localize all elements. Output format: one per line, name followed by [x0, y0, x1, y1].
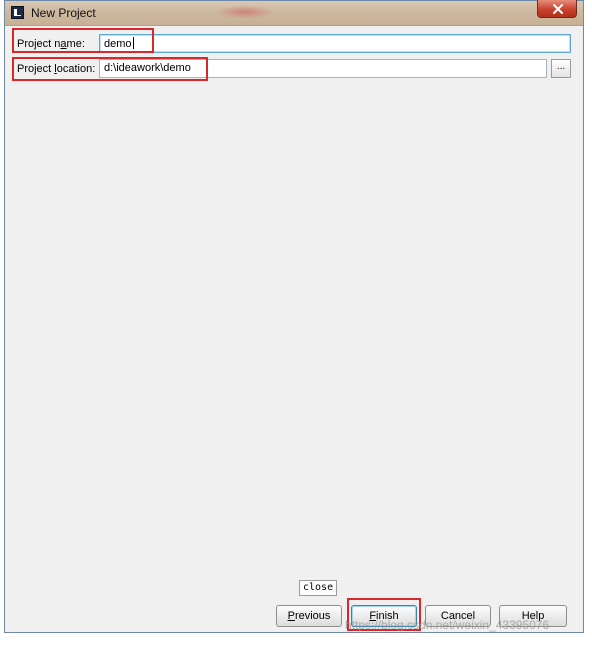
window-title: New Project — [31, 6, 96, 20]
project-location-label: Project location: — [17, 63, 96, 75]
project-name-row: Project name: demo — [5, 34, 583, 56]
project-name-input[interactable]: demo — [99, 34, 571, 53]
project-location-row: Project location: d:\ideawork\demo ... — [5, 59, 583, 81]
project-location-input[interactable]: d:\ideawork\demo — [99, 59, 547, 78]
close-button[interactable] — [537, 0, 577, 18]
intellij-app-icon — [11, 6, 24, 19]
close-tooltip: close — [299, 580, 338, 596]
browse-button[interactable]: ... — [551, 59, 571, 78]
previous-button[interactable]: Previous — [276, 605, 342, 627]
title-bar[interactable]: New Project — [5, 0, 583, 26]
new-project-dialog: New Project Project name: demo Project l… — [4, 0, 584, 633]
project-name-label: Project name: — [17, 38, 85, 50]
close-icon — [553, 4, 563, 14]
watermark: https://blog.csdn.net/weixin_43395076 — [345, 618, 550, 632]
